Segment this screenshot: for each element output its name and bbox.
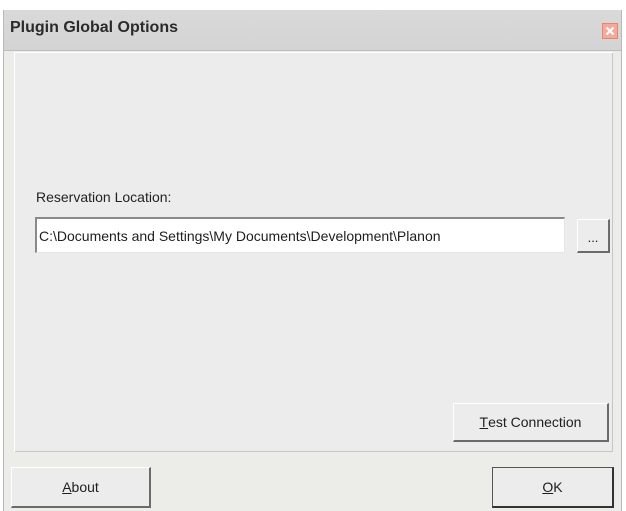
test-connection-mnemonic: T bbox=[479, 414, 489, 430]
about-label: bout bbox=[71, 479, 99, 495]
window-title: Plugin Global Options bbox=[10, 19, 178, 36]
options-panel: Reservation Location: ... Test Connectio… bbox=[14, 52, 613, 452]
test-connection-label: est Connection bbox=[488, 414, 582, 430]
browse-button-label: ... bbox=[587, 230, 599, 245]
ok-mnemonic: O bbox=[542, 479, 554, 495]
reservation-location-label: Reservation Location: bbox=[36, 189, 172, 205]
title-bar[interactable]: Plugin Global Options bbox=[4, 10, 621, 51]
plugin-options-dialog: Plugin Global Options Reservation Locati… bbox=[3, 10, 622, 511]
test-connection-button[interactable]: Test Connection bbox=[453, 403, 609, 442]
about-button[interactable]: About bbox=[11, 467, 151, 508]
ok-button[interactable]: OK bbox=[492, 467, 614, 508]
ok-label: K bbox=[553, 479, 563, 495]
close-button[interactable] bbox=[602, 23, 618, 39]
about-mnemonic: A bbox=[62, 479, 72, 495]
reservation-location-input[interactable] bbox=[35, 217, 565, 253]
browse-button[interactable]: ... bbox=[577, 219, 610, 253]
close-icon bbox=[605, 26, 615, 36]
